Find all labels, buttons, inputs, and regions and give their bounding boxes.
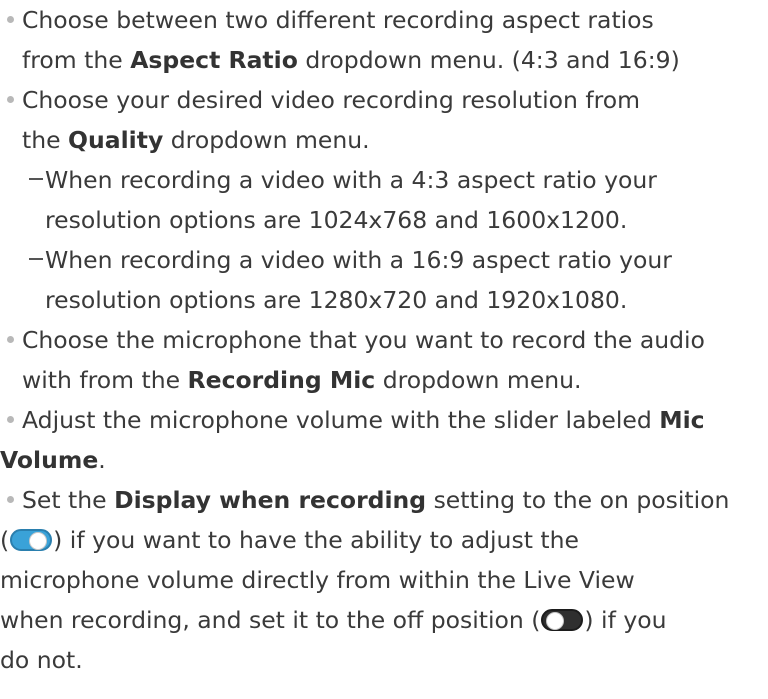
text: setting to the on position: [426, 486, 730, 514]
bullet-marker: [7, 16, 14, 23]
bullet-recording-mic-line-1: Choose the microphone that you want to r…: [22, 320, 705, 360]
text: Choose the microphone that you want to r…: [22, 326, 705, 354]
toggle-on-icon: [10, 529, 53, 551]
bullet-marker: [7, 336, 14, 343]
bullet-mic-volume-line-2: Volume.: [0, 440, 106, 480]
instructions-document: Choose between two different recording a…: [0, 0, 768, 699]
bullet-display-line-1: Set the Display when recording setting t…: [22, 480, 729, 520]
text: dropdown menu.: [375, 366, 582, 394]
text: from the: [22, 46, 131, 74]
bullet-marker: [7, 496, 14, 503]
bullet-quality-line-1: Choose your desired video recording reso…: [22, 80, 640, 120]
text: When recording a video with a 4:3 aspect…: [45, 166, 657, 194]
sub-bullet-dash: [29, 258, 43, 260]
text: when recording, and set it to the off po…: [0, 606, 541, 634]
text: resolution options are 1024x768 and 1600…: [45, 206, 628, 234]
toggle-knob: [546, 612, 565, 630]
text: microphone volume directly from within t…: [0, 566, 635, 594]
sub-bullet-dash: [29, 178, 43, 180]
mic-label: Mic: [659, 406, 705, 434]
bullet-display-line-3: microphone volume directly from within t…: [0, 560, 635, 600]
text: the: [22, 126, 69, 154]
text: Set the: [22, 486, 115, 514]
text: resolution options are 1280x720 and 1920…: [45, 286, 628, 314]
sub-bullet-4-3-line-1: When recording a video with a 4:3 aspect…: [45, 160, 657, 200]
bullet-aspect-ratio-line-1: Choose between two different recording a…: [22, 0, 654, 40]
text: .: [98, 446, 106, 474]
bullet-mic-volume-line-1: Adjust the microphone volume with the sl…: [22, 400, 705, 440]
bullet-aspect-ratio-line-2: from the Aspect Ratio dropdown menu. (4:…: [22, 40, 680, 80]
text: Choose between two different recording a…: [22, 6, 654, 34]
text: dropdown menu.: [163, 126, 370, 154]
aspect-ratio-label: Aspect Ratio: [130, 46, 298, 74]
recording-mic-label: Recording Mic: [187, 366, 376, 394]
bullet-display-line-5: do not.: [0, 640, 83, 680]
volume-label: Volume: [0, 446, 99, 474]
bullet-quality-line-2: the Quality dropdown menu.: [22, 120, 370, 160]
text: ) if you: [584, 606, 667, 634]
quality-label: Quality: [68, 126, 164, 154]
text: do not.: [0, 646, 83, 674]
sub-bullet-16-9-line-1: When recording a video with a 16:9 aspec…: [45, 240, 672, 280]
sub-bullet-16-9-line-2: resolution options are 1280x720 and 1920…: [45, 280, 627, 320]
text: Choose your desired video recording reso…: [22, 86, 641, 114]
bullet-marker: [7, 416, 14, 423]
bullet-display-line-2: ( ) if you want to have the ability to ad…: [0, 520, 579, 560]
bullet-display-line-4: when recording, and set it to the off po…: [0, 600, 667, 640]
text: ) if you want to have the ability to adj…: [53, 526, 579, 554]
text: (: [0, 526, 10, 554]
toggle-knob: [29, 532, 48, 550]
text: Adjust the microphone volume with the sl…: [22, 406, 660, 434]
bullet-recording-mic-line-2: with from the Recording Mic dropdown men…: [22, 360, 582, 400]
text: with from the: [22, 366, 188, 394]
text: dropdown menu. (4:3 and 16:9): [297, 46, 680, 74]
toggle-off-icon: [541, 609, 584, 631]
sub-bullet-4-3-line-2: resolution options are 1024x768 and 1600…: [45, 200, 627, 240]
text: When recording a video with a 16:9 aspec…: [45, 246, 672, 274]
display-when-recording-label: Display when recording: [114, 486, 427, 514]
bullet-marker: [7, 96, 14, 103]
